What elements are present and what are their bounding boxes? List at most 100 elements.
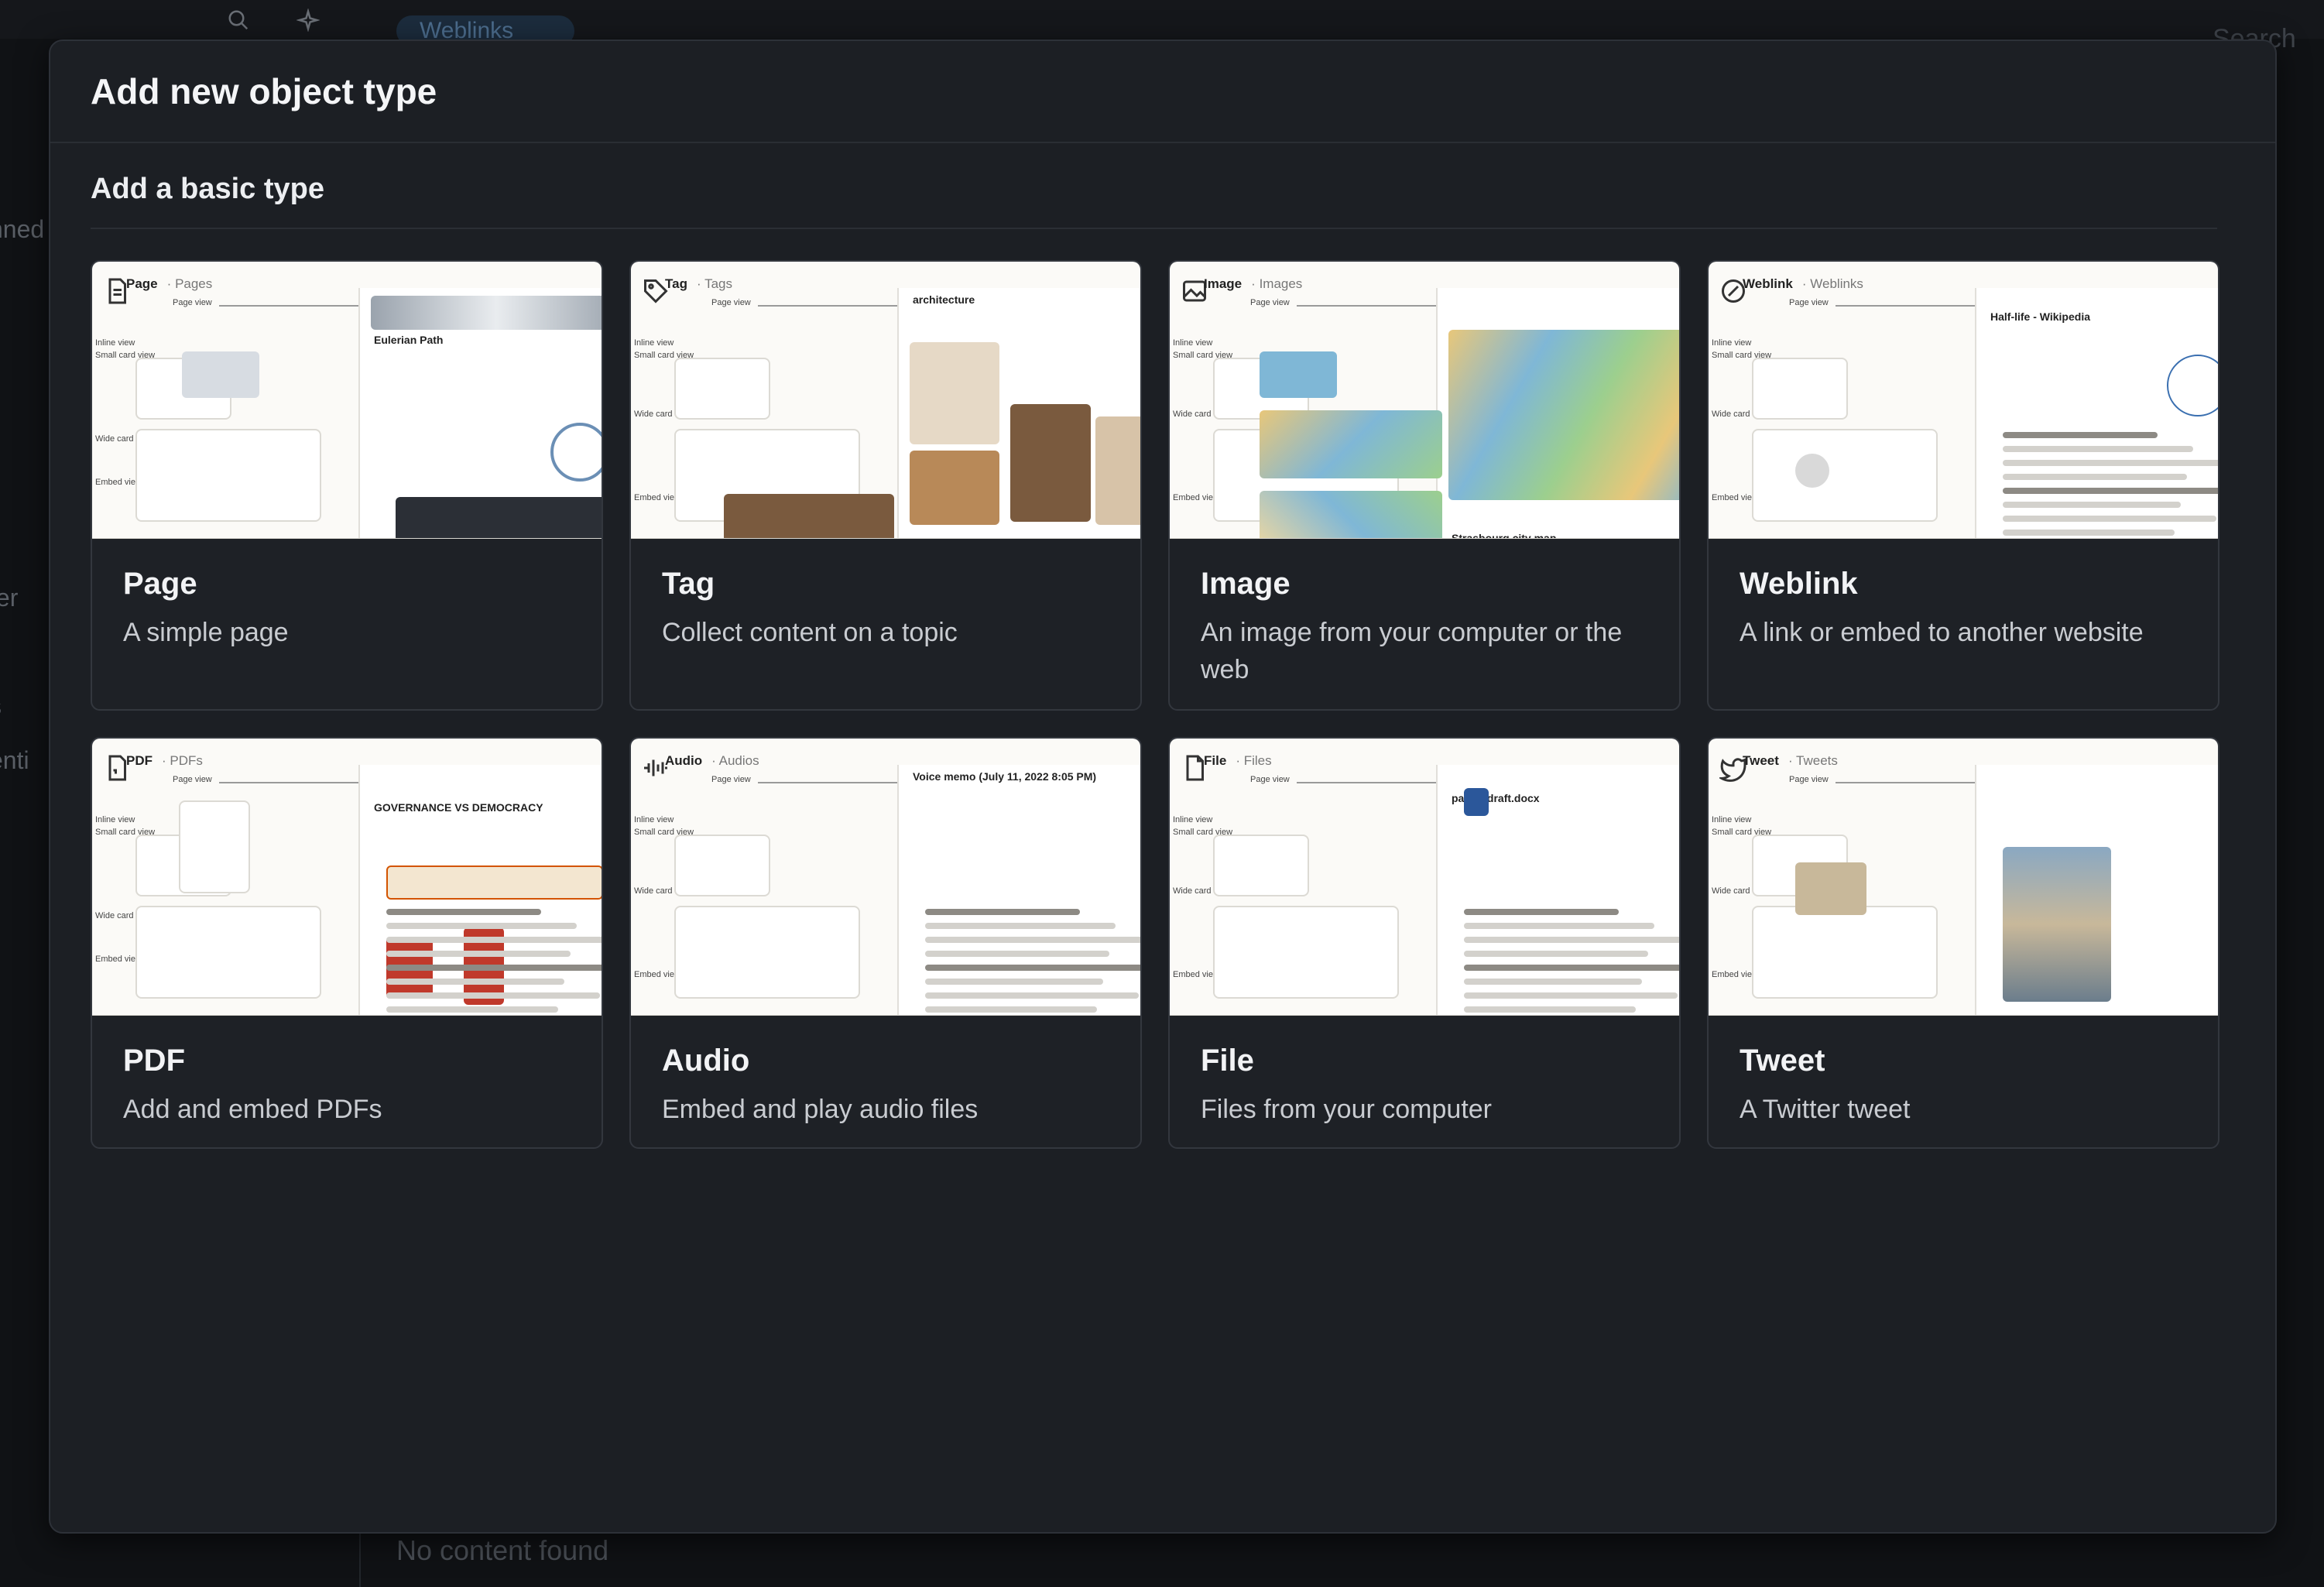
page-view-label: Page view [173,299,212,308]
inline-view-label: Inline view [95,816,135,825]
preview-header: File · Files [1181,752,1272,780]
photo-thumbnail [2003,847,2111,1002]
type-name: Weblink [1740,567,1858,601]
page-view-label: Page view [1250,299,1290,308]
preview-type-plural: · PDFs [162,752,203,768]
pdf-callout [386,865,602,900]
leader-line [1297,782,1436,783]
page-view-label: Page view [1789,776,1829,785]
text-line [1464,992,1678,999]
text-line [1464,951,1648,957]
photo-thumbnail [1095,416,1140,525]
preview-header: Weblink · Weblinks [1719,276,1863,302]
preview-type-name: Tweet [1743,752,1779,768]
card-body: PDF Add and embed PDFs [92,1016,602,1128]
pdf-preview: PDF · PDFs Page view Inline view Small c… [92,739,602,1016]
file-icon [1181,753,1204,780]
wide-card-mock [135,429,321,522]
text-line [2003,432,2158,438]
photo-thumbnail [1795,862,1866,915]
wide-card-mock [674,906,860,999]
type-card-pdf[interactable]: PDF · PDFs Page view Inline view Small c… [91,737,603,1149]
text-line [925,965,1140,971]
preview-heading: GOVERNANCE VS DEMOCRACY [374,804,543,814]
type-description: Embed and play audio files [662,1095,979,1124]
card-body: Audio Embed and play audio files [631,1016,1140,1128]
card-body: Tweet A Twitter tweet [1709,1016,2218,1128]
preview-heading: architecture [913,296,975,307]
sidebar-fragment: enti [0,746,29,774]
text-line [1464,937,1679,943]
text-line [2003,446,2193,452]
text-line [2003,474,2187,480]
tag-preview: Tag · Tags Page view Inline view Small c… [631,262,1140,539]
page-view-label: Page view [711,776,751,785]
leader-line [219,782,358,783]
app-topbar [0,0,2324,39]
preview-type-plural: · Tweets [1788,752,1838,768]
type-description: Add and embed PDFs [123,1095,382,1124]
leader-line [1297,305,1436,306]
graph-thumbnail [182,351,259,398]
map-image [1448,330,1679,500]
search-icon[interactable] [223,5,254,36]
type-card-tag[interactable]: Tag · Tags Page view Inline view Small c… [629,260,1142,711]
preview-header: Tag · Tags [642,276,732,303]
image-preview: Image · Images Page view Inline view Sma… [1170,262,1679,539]
basic-types-section: Add a basic type Page · Pages Page view … [50,173,2275,1149]
preview-type-plural: · Files [1236,752,1272,768]
embed-view-label: Embed view [95,955,142,965]
inline-view-label: Inline view [634,816,674,825]
photo-thumbnail [724,494,894,538]
preview-type-name: Image [1204,276,1243,291]
type-card-file[interactable]: File · Files Page view Inline view Small… [1168,737,1681,1149]
map-image [371,296,602,330]
card-body: Image An image from your computer or the… [1170,539,1679,688]
page-view-label: Page view [1789,299,1829,308]
inline-view-label: Inline view [1712,816,1752,825]
card-body: Page A simple page [92,539,602,651]
embed-view-label: Embed view [1712,971,1758,980]
preview-type-name: Page [126,276,158,291]
map-thumbnail [1260,410,1442,478]
type-card-audio[interactable]: Audio · Audios Page view Inline view Sma… [629,737,1142,1149]
tweet-icon [1717,753,1746,781]
text-line [386,923,577,929]
card-body: Weblink A link or embed to another websi… [1709,539,2218,651]
audio-icon [642,753,667,776]
sidebar-fragment: ter [0,584,19,612]
embed-view-label: Embed view [1173,971,1219,980]
preview-header: PDF · PDFs [103,752,203,780]
small-card-mock [674,358,770,420]
text-line [2003,502,2181,508]
text-line [386,1006,558,1013]
small-card-mock [1752,358,1848,420]
type-card-page[interactable]: Page · Pages Page view Inline view Small… [91,260,603,711]
type-name: Tweet [1740,1044,1825,1078]
inline-view-label: Inline view [1712,339,1752,348]
code-snippet [396,497,602,538]
type-card-weblink[interactable]: Weblink · Weblinks Page view Inline view… [1707,260,2219,711]
preview-type-name: File [1204,752,1227,768]
inline-view-label: Inline view [1173,339,1213,348]
text-line [386,979,564,985]
type-name: PDF [123,1044,185,1078]
type-description: An image from your computer or the web [1201,618,1623,684]
leader-line [758,782,897,783]
preview-header: Audio · Audios [642,752,759,776]
preview-heading: Voice memo (July 11, 2022 8:05 PM) [913,773,1097,783]
leader-line [219,305,358,306]
sparkle-icon[interactable] [293,5,324,36]
type-card-tweet[interactable]: Tweet · Tweets Page view Inline view Sma… [1707,737,2219,1149]
page-view-label: Page view [711,299,751,308]
text-line [386,951,571,957]
page-view-label: Page view [1250,776,1290,785]
text-line [1464,1006,1636,1013]
map-thumbnail [1260,351,1337,398]
text-line [2003,488,2218,494]
embed-view-label: Embed view [1712,494,1758,503]
type-card-image[interactable]: Image · Images Page view Inline view Sma… [1168,260,1681,711]
preview-type-plural: · Pages [166,276,213,291]
leader-line [1836,305,1975,306]
page-icon [103,276,126,303]
